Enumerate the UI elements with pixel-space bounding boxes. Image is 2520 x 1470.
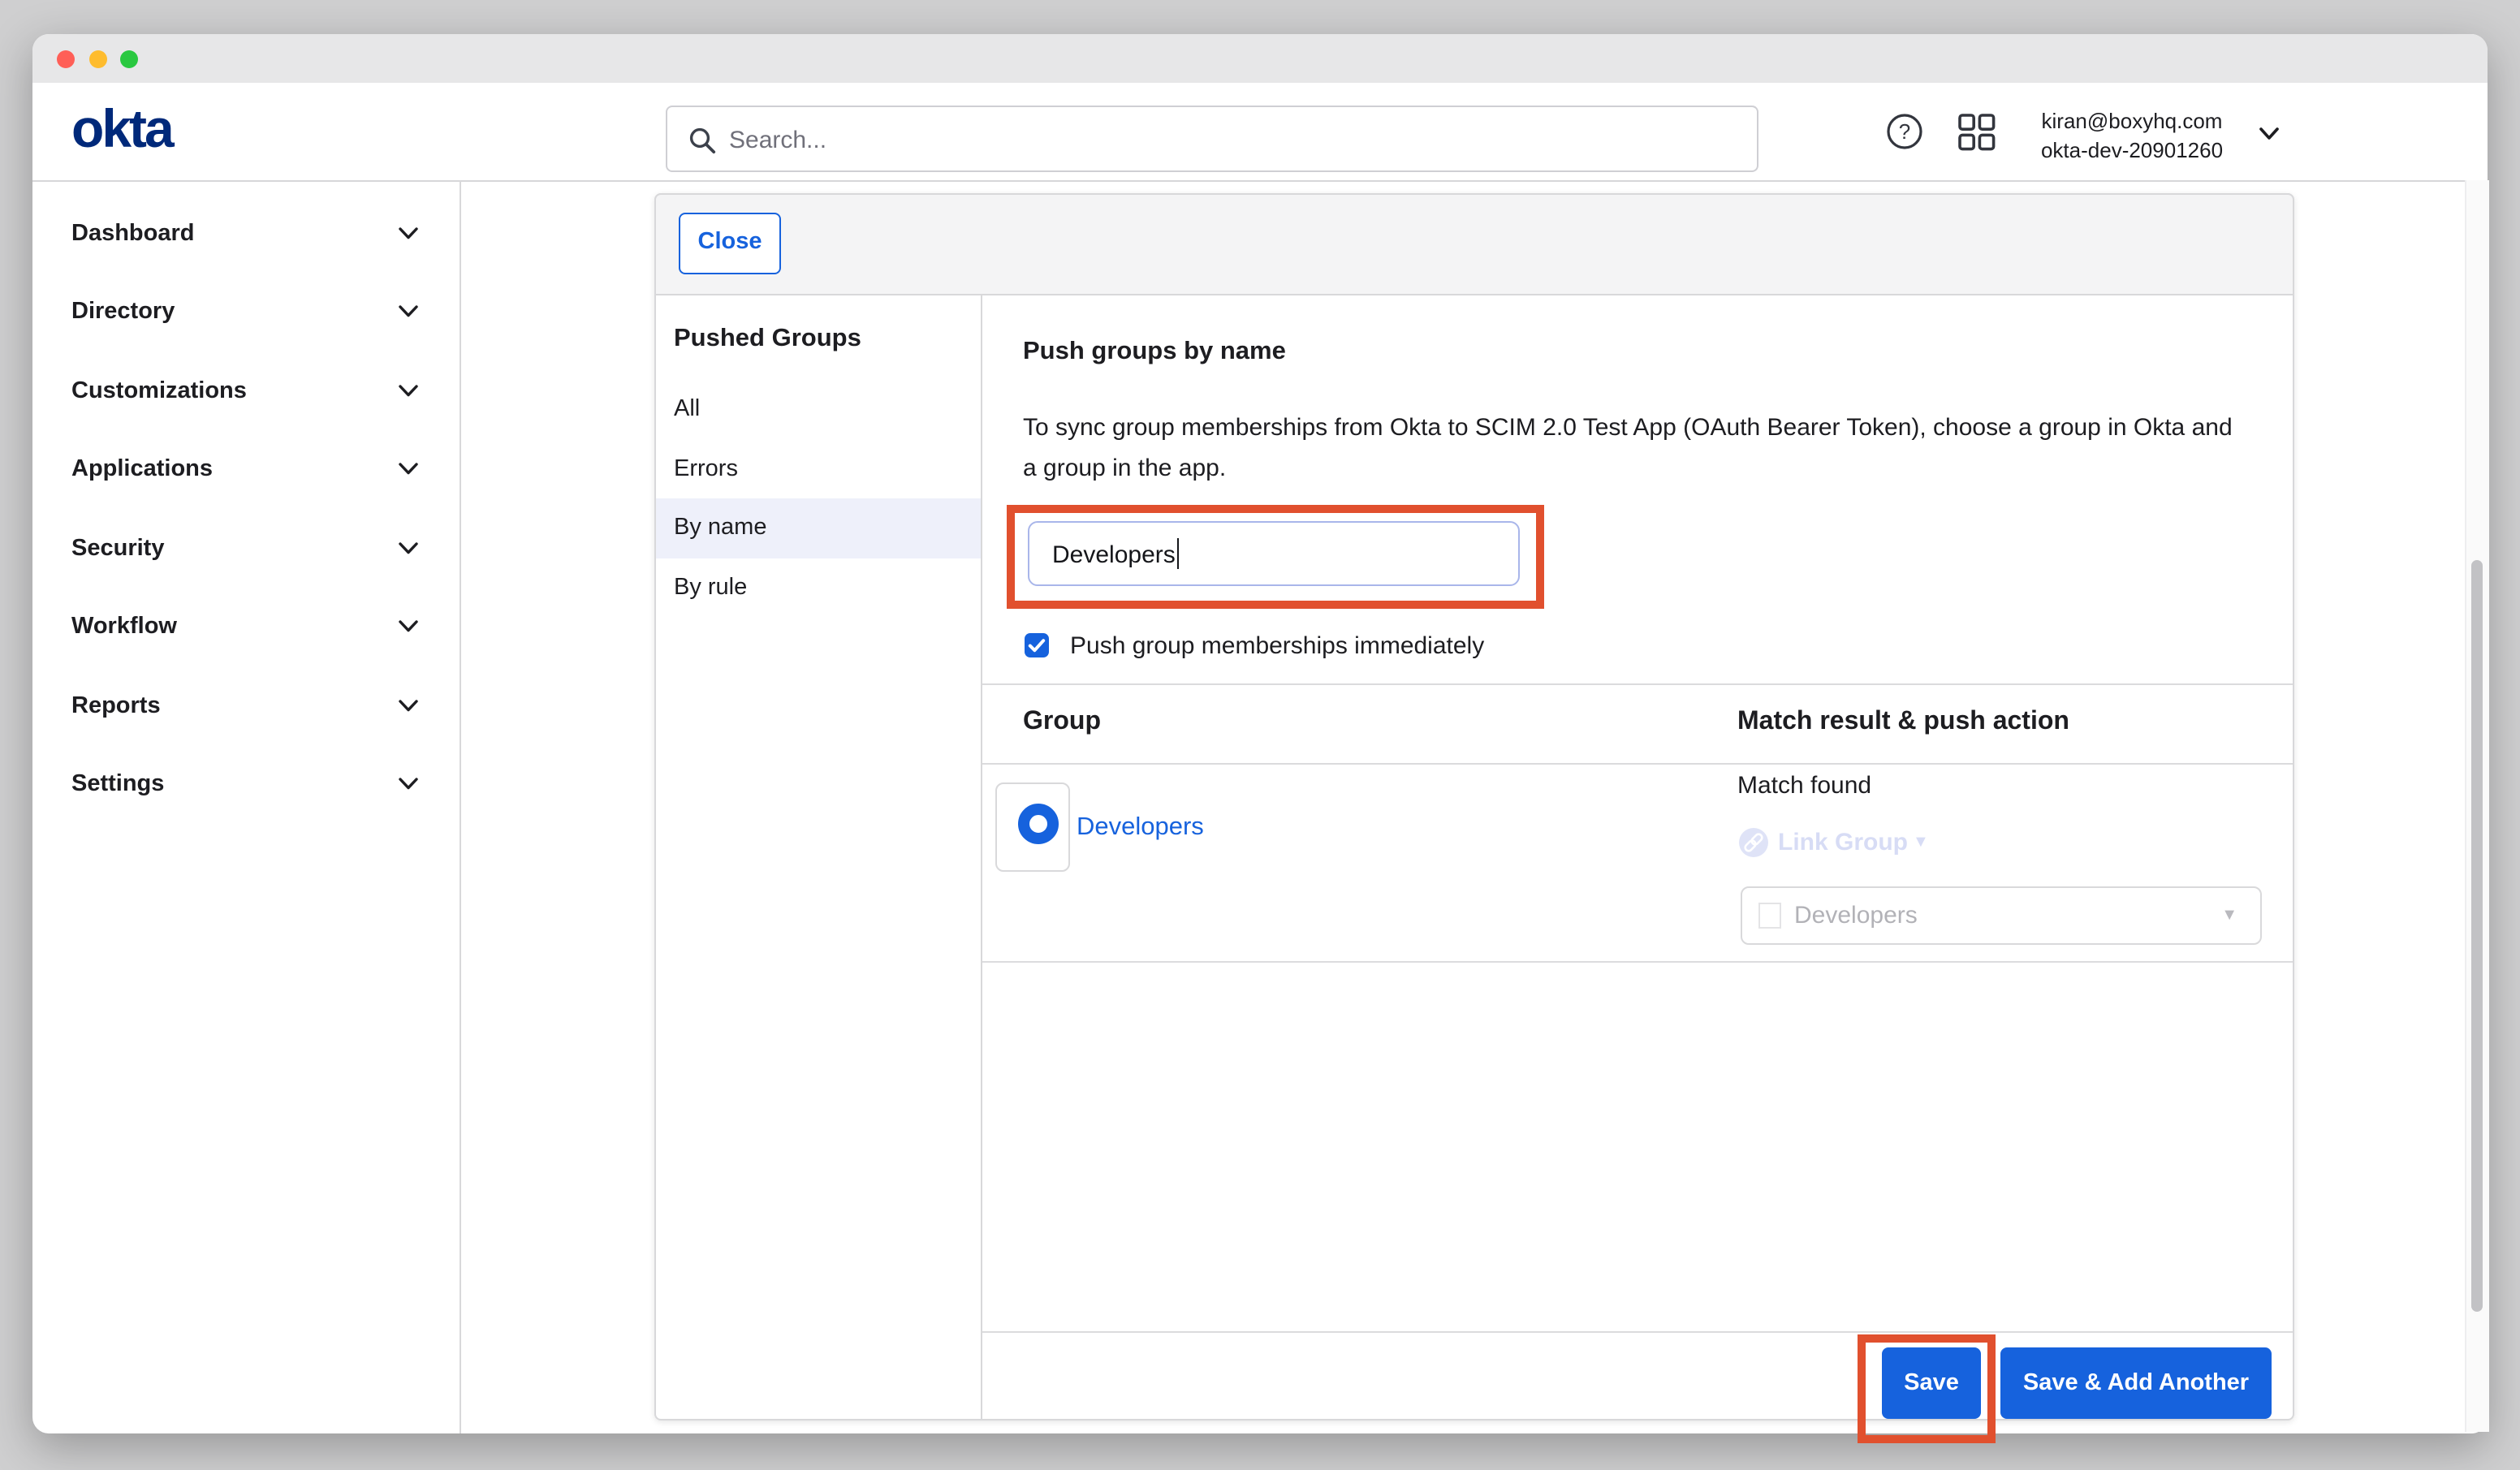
window-titlebar [32,34,2488,84]
panel-nav-divider [981,295,982,1420]
match-status: Match found [1737,772,1871,800]
chevron-down-icon [398,384,419,397]
save-button[interactable]: Save [1882,1347,1981,1419]
group-avatar-icon [1018,804,1059,844]
account-email: kiran@boxyhq.com [2010,107,2254,136]
row-divider [982,961,2293,963]
table-top-divider [982,683,2293,685]
chevron-down-icon [398,699,419,712]
account-org: okta-dev-20901260 [2010,136,2254,166]
panel-header [654,193,2294,295]
sidebar-item-workflow[interactable]: Workflow [0,597,427,656]
group-name-input[interactable]: Developers [1028,520,1520,585]
search-icon [688,127,716,154]
chevron-down-icon [398,305,419,318]
close-button[interactable]: Close [679,213,781,274]
description-text: To sync group memberships from Okta to S… [1023,409,2233,489]
select-arrow-icon: ▼ [2221,907,2237,925]
nav-item-by-name[interactable]: By name [674,515,766,541]
global-search [666,106,1758,172]
link-group-button[interactable]: Link Group [1778,829,1908,856]
okta-logo[interactable]: okta [71,98,172,160]
sidebar-item-directory[interactable]: Directory [0,282,427,341]
footer-divider [982,1331,2293,1333]
column-header-group: Group [1023,708,1101,737]
help-icon[interactable]: ? [1887,114,1922,149]
group-placeholder-icon [1758,903,1781,929]
chevron-down-icon [398,226,419,239]
close-window-button[interactable] [56,50,74,67]
group-name-link[interactable]: Developers [1077,813,1204,843]
sidebar-divider [460,180,461,1433]
nav-item-errors[interactable]: Errors [674,455,738,481]
chevron-down-icon [398,620,419,633]
linked-group-value: Developers [1794,902,1918,929]
group-avatar-card [995,782,1070,872]
pushed-groups-title: Pushed Groups [674,324,861,353]
chevron-down-icon [398,463,419,476]
sidebar-item-applications[interactable]: Applications [0,440,427,498]
sidebar-item-settings[interactable]: Settings [0,755,427,813]
column-header-match: Match result & push action [1737,708,2069,737]
push-immediately-label: Push group memberships immediately [1070,632,1484,659]
minimize-window-button[interactable] [88,50,106,67]
table-header-divider [982,763,2293,765]
account-menu[interactable]: kiran@boxyhq.com okta-dev-20901260 [2010,107,2254,166]
apps-grid-icon[interactable] [1958,114,1996,151]
link-group-icon [1739,828,1768,857]
push-immediately-checkbox[interactable] [1024,633,1048,657]
chevron-down-icon [398,778,419,791]
sidebar-item-reports[interactable]: Reports [0,676,427,735]
desktop-background: okta ? kiran@boxyhq.com okta-dev-2090126… [0,0,2520,1470]
group-name-value: Developers [1052,537,1180,568]
maximize-window-button[interactable] [119,50,137,67]
search-input[interactable] [726,107,1739,174]
check-icon [1024,633,1048,657]
sidebar-item-dashboard[interactable]: Dashboard [0,204,427,262]
chevron-down-icon [398,541,419,554]
link-group-dropdown-arrow-icon[interactable]: ▼ [1913,834,1929,851]
scrollbar-thumb[interactable] [2470,560,2483,1312]
linked-group-select[interactable]: Developers ▼ [1741,886,2262,945]
account-chevron-down-icon[interactable] [2259,127,2280,141]
text-caret [1177,537,1180,568]
sidebar-item-security[interactable]: Security [0,519,427,577]
nav-item-by-rule[interactable]: By rule [674,574,747,600]
svg-text:?: ? [1899,119,1910,144]
push-groups-panel [654,193,2294,1420]
page-title: Push groups by name [1023,337,1286,366]
nav-item-all[interactable]: All [674,396,700,422]
save-add-another-button[interactable]: Save & Add Another [2000,1347,2272,1419]
sidebar-item-customizations[interactable]: Customizations [0,361,427,420]
